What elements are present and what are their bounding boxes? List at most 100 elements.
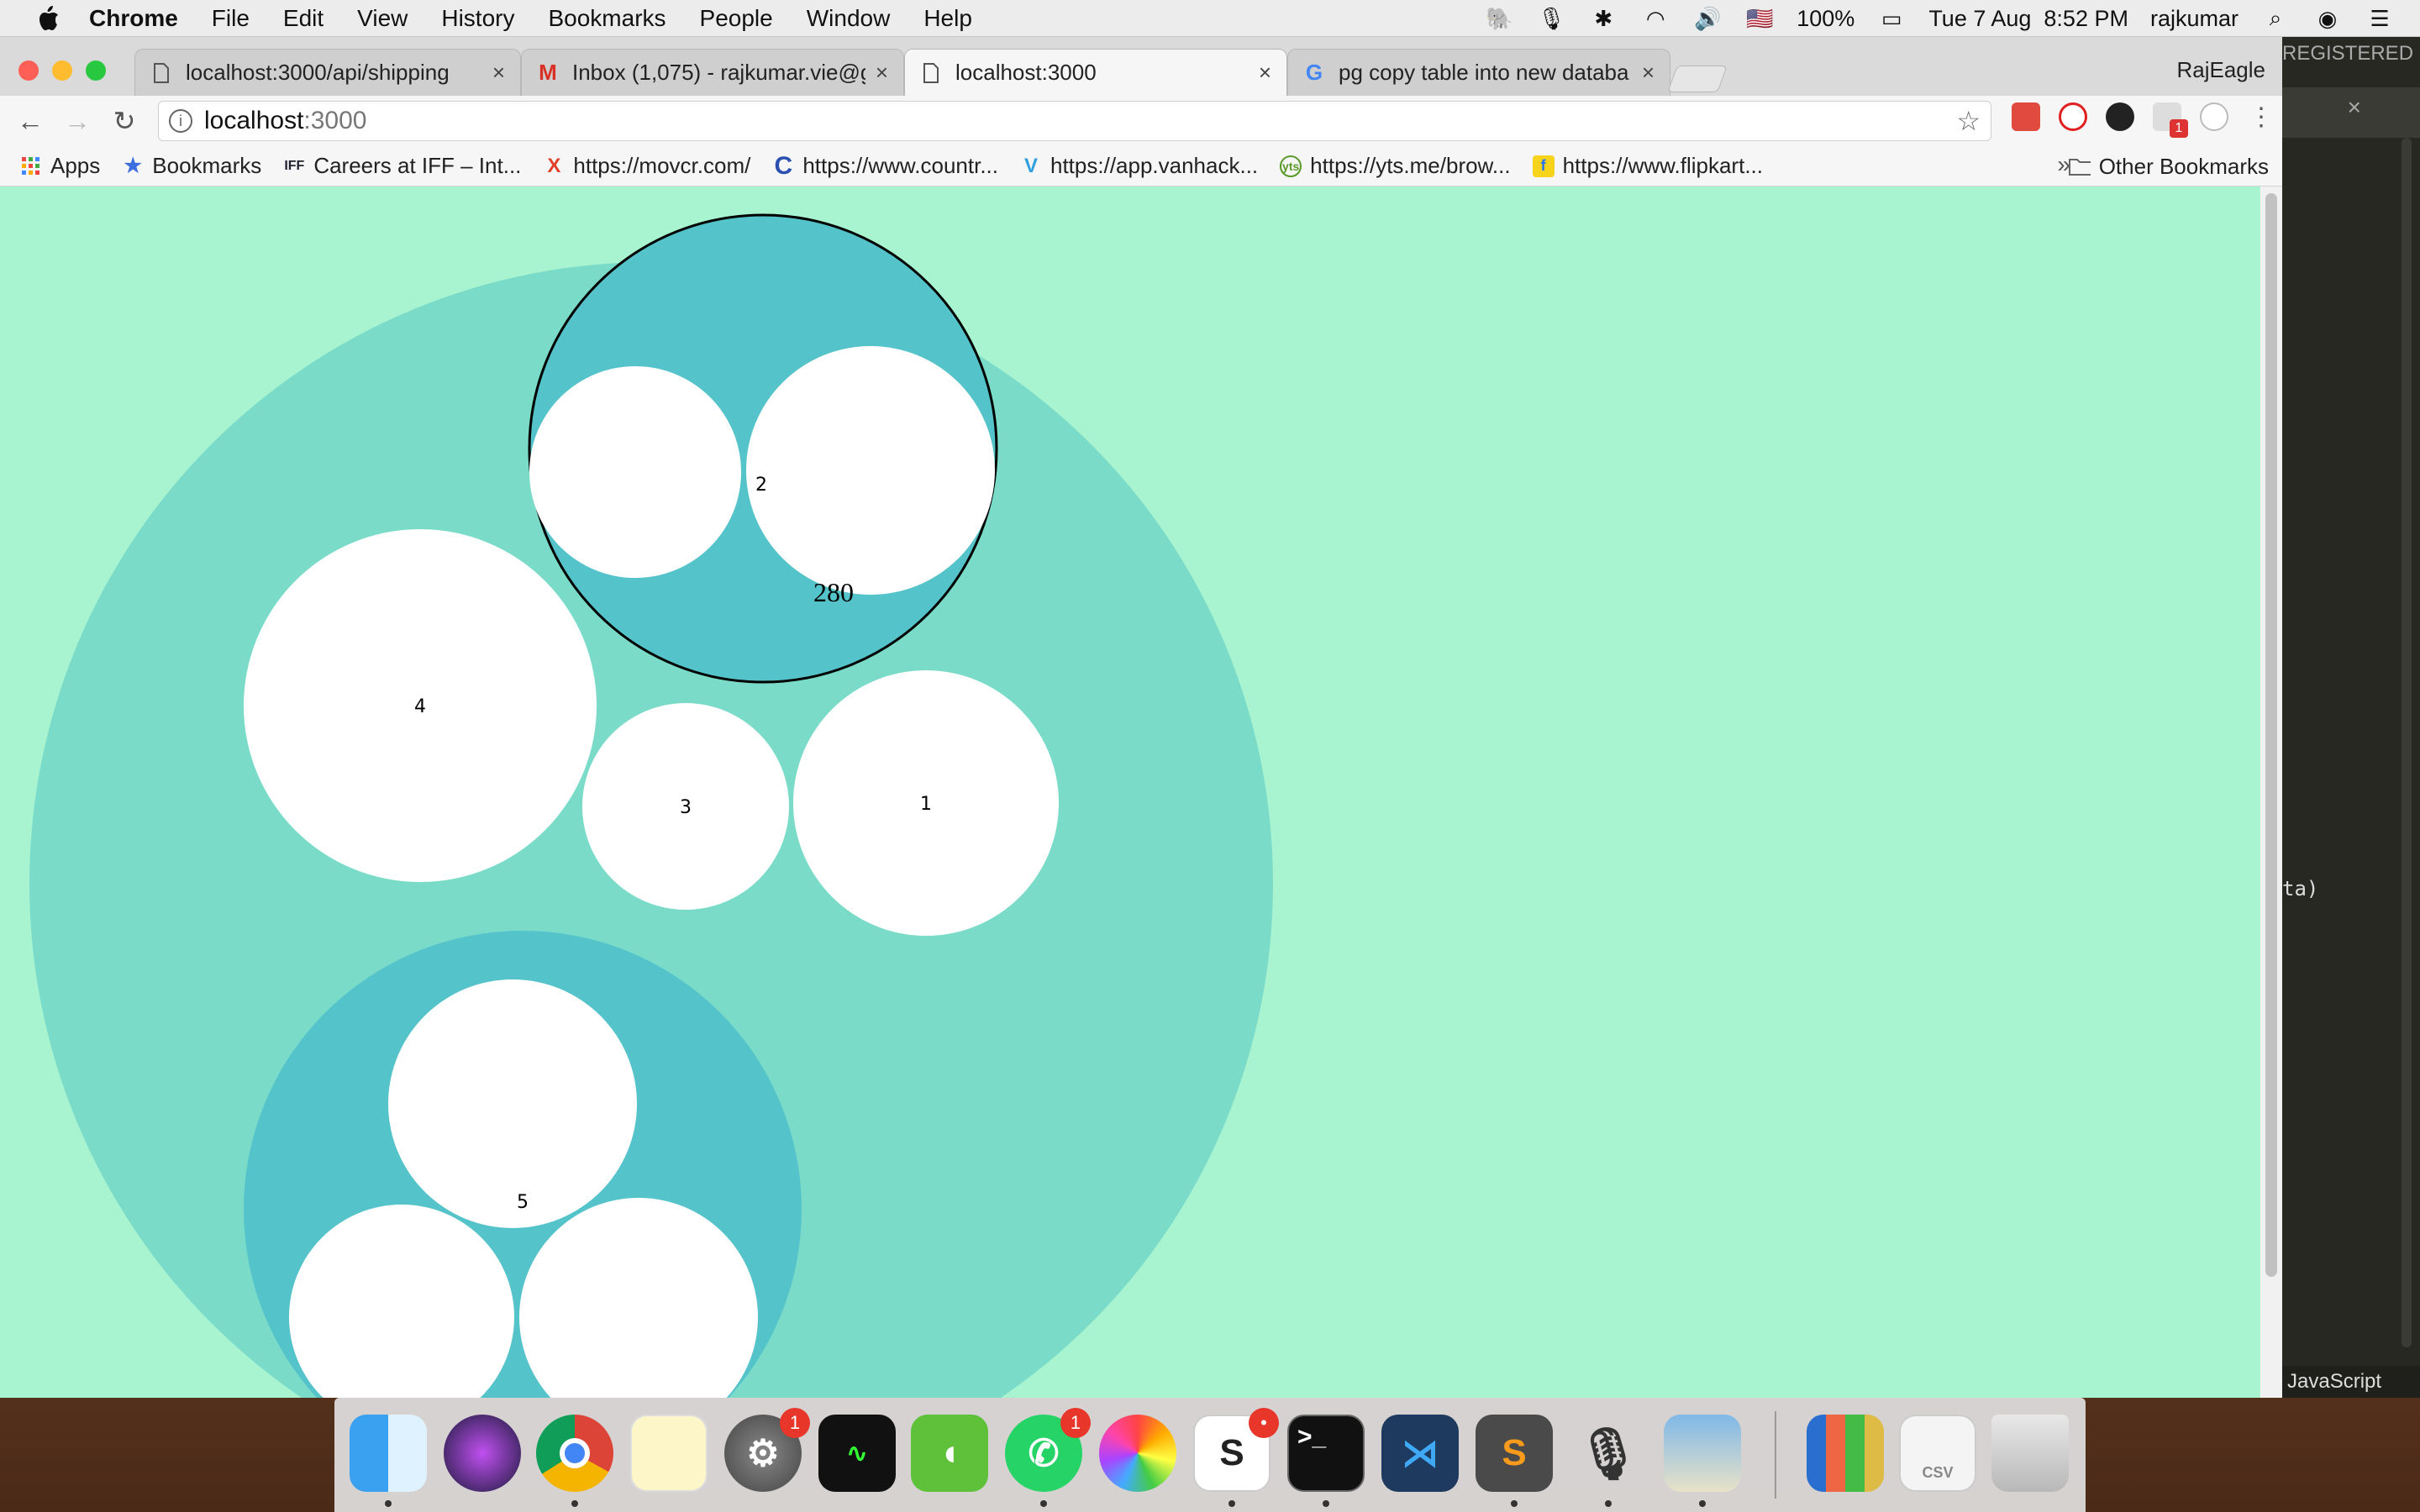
star-icon: ★: [124, 155, 143, 177]
battery-icon[interactable]: ▭: [1876, 6, 1907, 31]
editor-scrollbar[interactable]: [2402, 138, 2412, 1347]
running-indicator: [1040, 1500, 1047, 1507]
clock[interactable]: Tue 7 Aug 8:52 PM: [1928, 6, 2128, 32]
tab-close-icon[interactable]: ×: [876, 60, 888, 86]
voice-recorder-icon[interactable]: 🎙: [1570, 1415, 1647, 1492]
color-picker-extension-icon[interactable]: [2106, 102, 2134, 131]
bookmark-label: Bookmarks: [152, 153, 262, 178]
flag-us-icon[interactable]: 🇺🇸: [1744, 6, 1775, 31]
menu-window[interactable]: Window: [807, 5, 891, 32]
label-group-5: 5: [517, 1192, 529, 1213]
bookmark-star-icon[interactable]: ☆: [1956, 105, 1981, 137]
bookmark-movcr[interactable]: X https://movcr.com/: [543, 153, 750, 179]
bookmark-iff-careers[interactable]: IFF Careers at IFF – Int...: [283, 153, 521, 179]
tab-google-search[interactable]: G pg copy table into new databa ×: [1287, 49, 1670, 96]
menu-file[interactable]: File: [212, 5, 250, 32]
chrome-icon[interactable]: [536, 1415, 613, 1492]
new-tab-button[interactable]: [1667, 66, 1728, 92]
menu-view[interactable]: View: [357, 5, 408, 32]
menu-people[interactable]: People: [700, 5, 773, 32]
evernote-icon[interactable]: 🐘: [1484, 6, 1514, 31]
user-name[interactable]: rajkumar: [2150, 6, 2238, 32]
preview-icon[interactable]: [1664, 1415, 1741, 1492]
leaf-circle-2a[interactable]: [529, 366, 741, 578]
tab-close-icon[interactable]: ×: [1642, 60, 1655, 86]
zoom-window-button[interactable]: [86, 60, 106, 81]
gmail-icon: M: [539, 60, 557, 85]
site-info-icon[interactable]: i: [169, 109, 192, 133]
label-leaf-1: 1: [920, 794, 932, 815]
sublime-text-icon[interactable]: S: [1476, 1415, 1553, 1492]
editor-status-language[interactable]: JavaScript: [2282, 1366, 2420, 1398]
forward-arrow-icon[interactable]: →: [54, 97, 101, 144]
reload-icon[interactable]: ↻: [101, 97, 148, 144]
bookmark-label: Other Bookmarks: [2098, 153, 2269, 179]
activity-monitor-icon[interactable]: ∿: [818, 1415, 896, 1492]
circle-extension-icon[interactable]: [2200, 102, 2228, 131]
bookmark-bookmarks[interactable]: ★ Bookmarks: [122, 153, 262, 179]
notification-center-icon[interactable]: ☰: [2365, 6, 2395, 31]
running-indicator: [571, 1500, 578, 1507]
bookmark-apps[interactable]: Apps: [20, 153, 100, 179]
microphone-icon[interactable]: 🎙: [1536, 6, 1566, 31]
photos-icon[interactable]: [1099, 1415, 1176, 1492]
minimize-window-button[interactable]: [52, 60, 72, 81]
menu-history[interactable]: History: [441, 5, 514, 32]
trash-icon[interactable]: [1991, 1415, 2069, 1492]
label-value-280: 280: [813, 577, 854, 607]
vscode-icon[interactable]: ⋊: [1381, 1415, 1459, 1492]
page-scrollbar[interactable]: [2260, 186, 2282, 1398]
menu-app-name[interactable]: Chrome: [89, 5, 178, 32]
terminal-icon[interactable]: >_: [1287, 1415, 1365, 1492]
siri-icon[interactable]: [444, 1415, 521, 1492]
other-bookmarks[interactable]: Other Bookmarks: [2068, 146, 2269, 186]
editor-close-icon[interactable]: ×: [2348, 94, 2361, 121]
c-logo-icon: C: [774, 151, 793, 180]
tab-api-shipping[interactable]: localhost:3000/api/shipping ×: [134, 49, 521, 96]
profile-name[interactable]: RajEagle: [2176, 57, 2265, 83]
tab-close-icon[interactable]: ×: [1259, 60, 1271, 86]
running-indicator: [1699, 1500, 1706, 1507]
adblock-extension-icon[interactable]: [2059, 102, 2087, 131]
finder-icon[interactable]: [350, 1415, 427, 1492]
wifi-icon[interactable]: ◠: [1640, 6, 1670, 31]
menu-help[interactable]: Help: [923, 5, 972, 32]
url-port: :3000: [303, 107, 367, 134]
bookmark-extension-icon[interactable]: [2012, 102, 2040, 131]
scrollbar-thumb[interactable]: [2265, 193, 2277, 1277]
tab-gmail-inbox[interactable]: M Inbox (1,075) - rajkumar.vie@g ×: [521, 49, 904, 96]
editor-code-fragment: ta): [2282, 877, 2319, 900]
leaf-circle-5a[interactable]: [388, 979, 637, 1228]
back-arrow-icon[interactable]: ←: [7, 97, 54, 144]
bookmark-yts[interactable]: yts https://yts.me/brow...: [1280, 153, 1511, 179]
chrome-window: localhost:3000/api/shipping × M Inbox (1…: [0, 37, 2282, 1398]
volume-icon[interactable]: 🔊: [1692, 6, 1723, 31]
chrome-center: [560, 1438, 590, 1468]
tab-localhost[interactable]: localhost:3000 ×: [904, 49, 1287, 96]
label-leaf-4: 4: [414, 696, 426, 717]
battery-percent[interactable]: 100%: [1797, 6, 1854, 32]
siri-icon[interactable]: ◉: [2312, 6, 2343, 31]
books-icon[interactable]: [1807, 1415, 1884, 1492]
leaf-circle-2b[interactable]: [746, 346, 995, 595]
mouse-app-icon[interactable]: ◖: [911, 1415, 988, 1492]
address-bar[interactable]: i localhost:3000 ☆: [158, 101, 1991, 141]
bluetooth-icon[interactable]: ✱: [1588, 6, 1618, 31]
apple-menu-icon[interactable]: [35, 4, 60, 33]
menu-dots-icon[interactable]: ⋮: [2247, 102, 2275, 131]
bookmark-vanhack[interactable]: V https://app.vanhack...: [1020, 153, 1258, 179]
menu-bookmarks[interactable]: Bookmarks: [548, 5, 666, 32]
close-window-button[interactable]: [18, 60, 39, 81]
notes-icon[interactable]: [630, 1415, 708, 1492]
bookmark-flipkart[interactable]: f https://www.flipkart...: [1532, 153, 1763, 179]
bookmark-countr[interactable]: C https://www.countr...: [772, 151, 999, 180]
spotlight-search-icon[interactable]: ⌕: [2260, 5, 2291, 31]
tab-close-icon[interactable]: ×: [492, 60, 505, 86]
page-viewport: 2 280 4 3 1 5: [0, 186, 2282, 1398]
notifier-extension-icon[interactable]: 1: [2153, 102, 2188, 138]
bookmark-label: Apps: [50, 153, 101, 178]
csv-file-icon[interactable]: CSV: [1899, 1415, 1976, 1492]
menu-edit[interactable]: Edit: [283, 5, 324, 32]
bookmark-label: https://movcr.com/: [573, 153, 751, 178]
bookmark-label: https://yts.me/brow...: [1310, 153, 1511, 178]
